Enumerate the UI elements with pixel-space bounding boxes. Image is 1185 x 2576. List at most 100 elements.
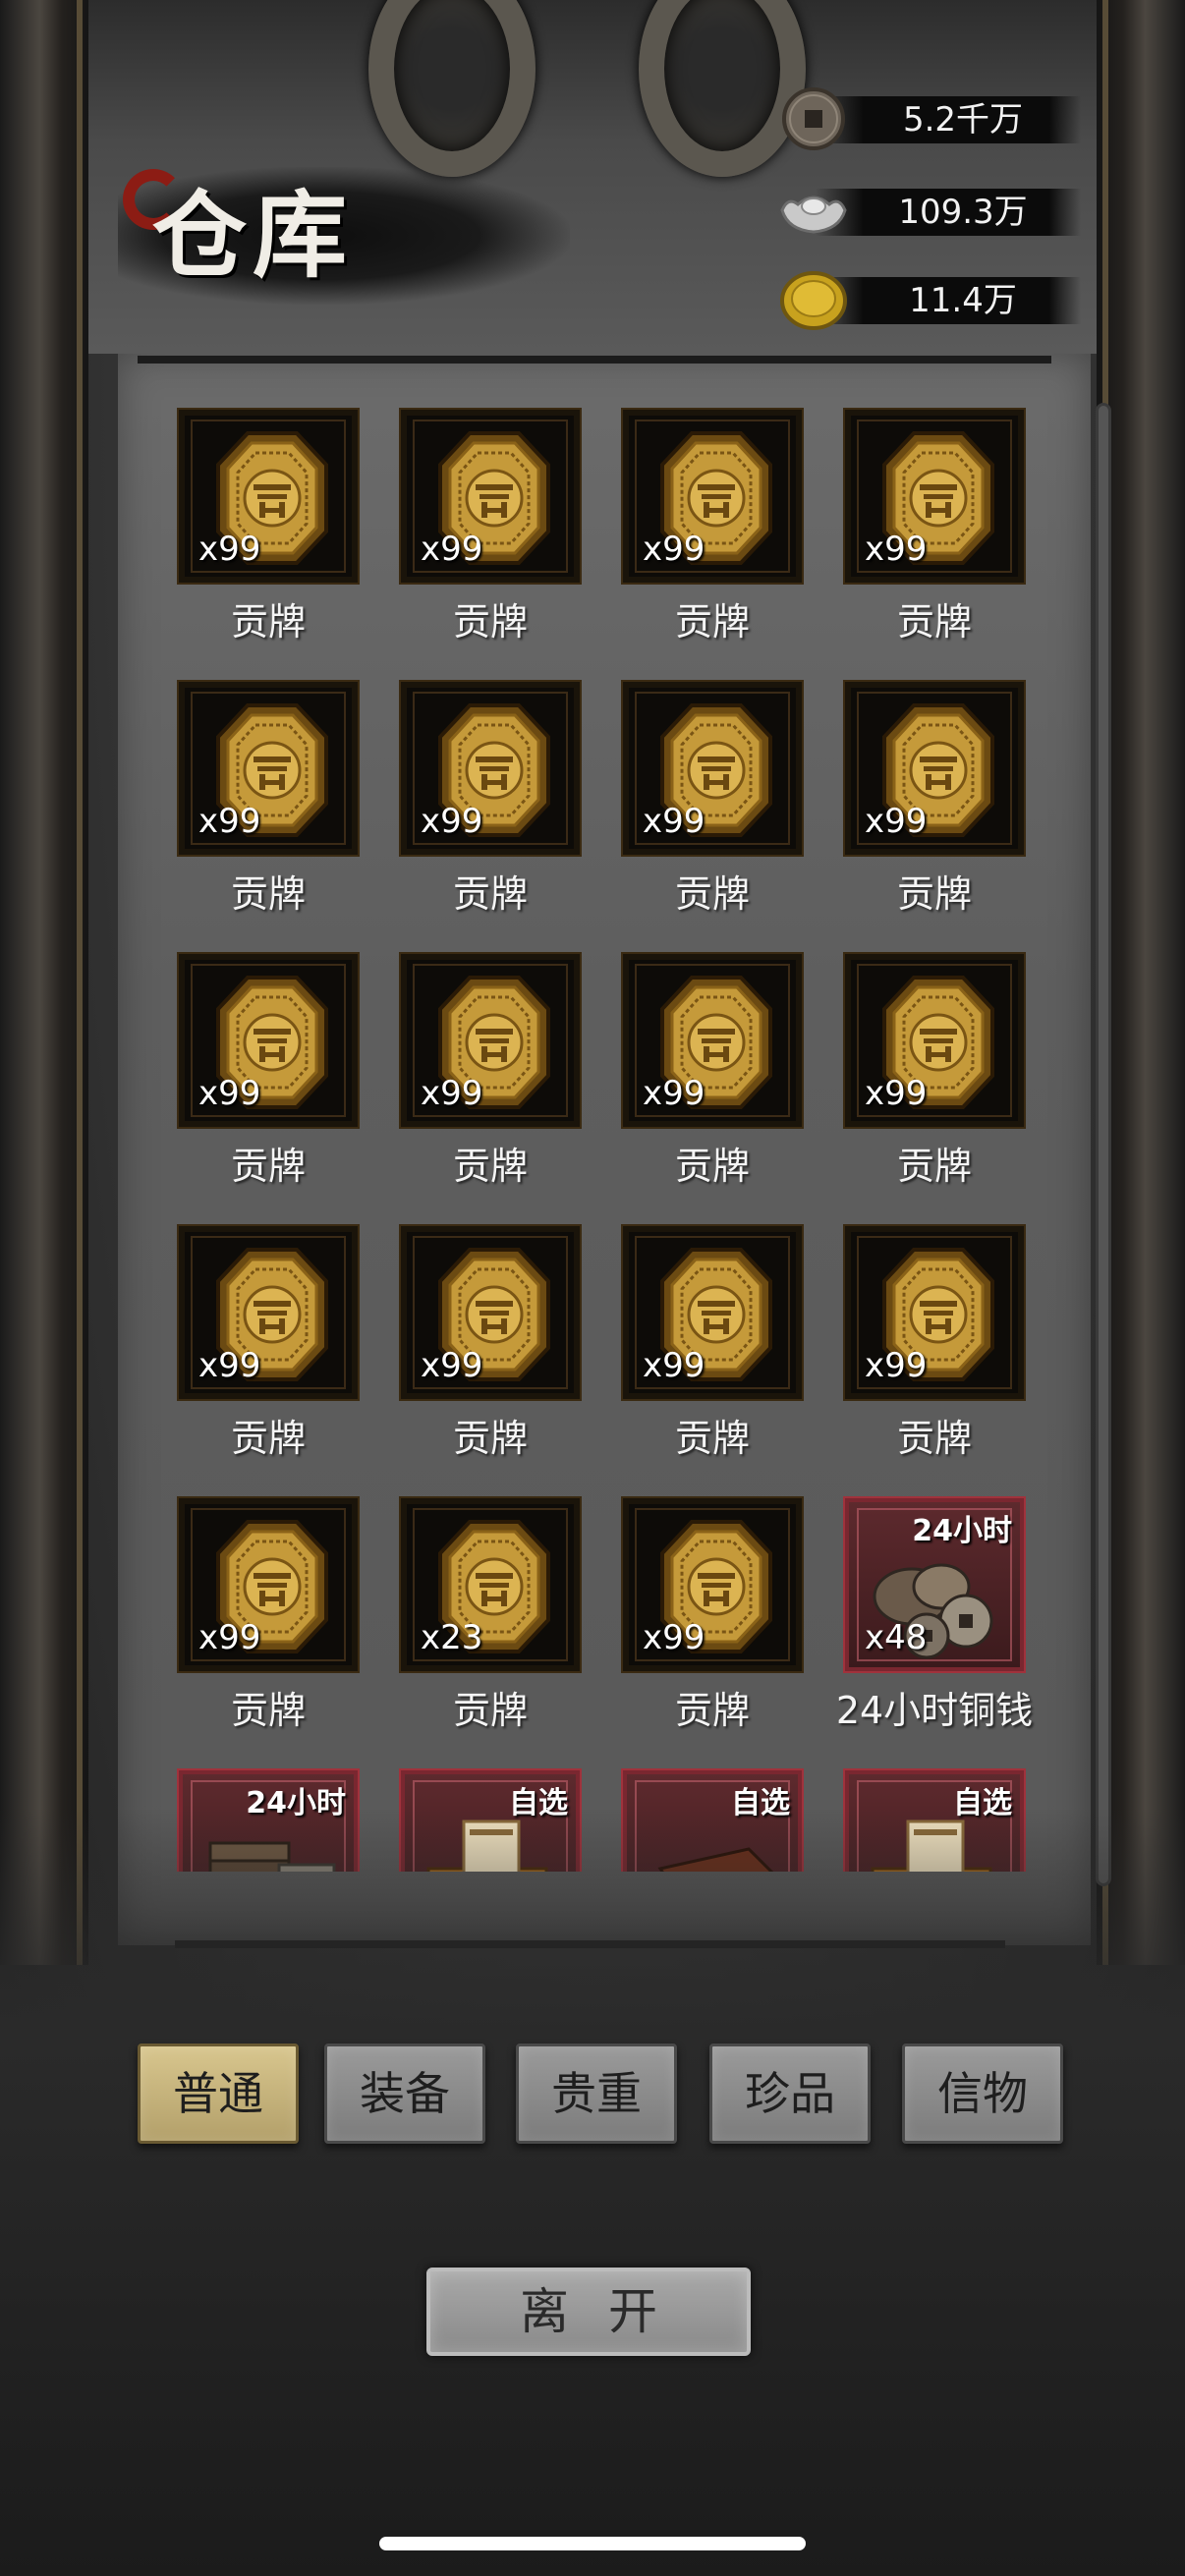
- item-quantity: x99: [643, 530, 705, 569]
- item-slot[interactable]: x99: [399, 680, 582, 857]
- bottom-mist: [0, 1808, 1185, 2576]
- item-name: 贡牌: [674, 1145, 750, 1188]
- item-quantity: x99: [643, 1618, 705, 1657]
- item-name: 贡牌: [452, 872, 528, 916]
- inventory-item[interactable]: x99 贡牌: [619, 952, 806, 1207]
- item-quantity: x99: [421, 1346, 483, 1385]
- leave-button[interactable]: 离开: [426, 2268, 751, 2356]
- item-name: 贡牌: [230, 872, 306, 916]
- item-quantity: x99: [421, 530, 483, 569]
- inventory-item[interactable]: x99 贡牌: [397, 680, 584, 935]
- item-slot[interactable]: x99: [843, 680, 1026, 857]
- item-quantity: x99: [198, 530, 261, 569]
- left-pillar: [0, 0, 88, 1965]
- item-quantity: x99: [643, 1346, 705, 1385]
- item-badge: 24小时: [912, 1514, 1012, 1548]
- inventory-item[interactable]: x99 贡牌: [619, 1224, 806, 1480]
- inventory-item[interactable]: x99 贡牌: [397, 952, 584, 1207]
- inventory-item[interactable]: x23 贡牌: [397, 1496, 584, 1752]
- item-quantity: x99: [643, 1074, 705, 1113]
- inventory-item[interactable]: x99 贡牌: [397, 408, 584, 663]
- item-quantity: x99: [198, 1618, 261, 1657]
- door-ring-icon: [368, 0, 536, 177]
- item-name: 贡牌: [230, 1689, 306, 1732]
- item-slot[interactable]: x99: [843, 408, 1026, 585]
- item-quantity: x99: [865, 1346, 928, 1385]
- item-name: 贡牌: [896, 1145, 972, 1188]
- inventory-item[interactable]: x99 贡牌: [841, 952, 1028, 1207]
- item-slot[interactable]: x99: [621, 680, 804, 857]
- item-grid[interactable]: x99 贡牌 x99 贡牌 x99 贡牌 x99 贡牌 x99 贡牌 x99 贡牌 x99 贡牌 x99 贡牌…: [172, 408, 1037, 1872]
- inventory-item[interactable]: x99 贡牌: [841, 680, 1028, 935]
- inventory-item[interactable]: x99 贡牌: [175, 1496, 362, 1752]
- item-quantity: x99: [198, 1346, 261, 1385]
- inventory-item[interactable]: x99 贡牌: [175, 408, 362, 663]
- currency-value: 11.4万: [909, 281, 1017, 320]
- item-name: 贡牌: [452, 600, 528, 644]
- inventory-item[interactable]: x99 贡牌: [175, 952, 362, 1207]
- item-slot[interactable]: x99: [177, 408, 360, 585]
- tab-valuables[interactable]: 贵重: [516, 2044, 677, 2144]
- tab-tokens[interactable]: 信物: [902, 2044, 1063, 2144]
- item-slot[interactable]: x99: [177, 1496, 360, 1673]
- item-slot[interactable]: x99: [399, 952, 582, 1129]
- item-quantity: x99: [198, 802, 261, 841]
- item-name: 贡牌: [896, 1417, 972, 1460]
- item-slot[interactable]: x99: [177, 1224, 360, 1401]
- item-quantity: x99: [865, 802, 928, 841]
- inventory-item[interactable]: 24小时 x48 24小时铜钱: [836, 1496, 1033, 1752]
- inventory-item[interactable]: x99 贡牌: [619, 408, 806, 663]
- page-title: 仓库: [152, 180, 353, 291]
- item-name: 贡牌: [230, 600, 306, 644]
- item-name: 贡牌: [674, 600, 750, 644]
- item-name: 贡牌: [674, 1417, 750, 1460]
- item-quantity: x23: [421, 1618, 483, 1657]
- item-quantity: x48: [865, 1618, 928, 1657]
- inventory-item[interactable]: x99 贡牌: [619, 1496, 806, 1752]
- item-name: 贡牌: [452, 1145, 528, 1188]
- item-slot[interactable]: x99: [177, 952, 360, 1129]
- inventory-item[interactable]: x99 贡牌: [397, 1224, 584, 1480]
- inventory-item[interactable]: x99 贡牌: [175, 1224, 362, 1480]
- item-quantity: x99: [421, 1074, 483, 1113]
- inventory-item[interactable]: x99 贡牌: [175, 680, 362, 935]
- silver-ingot-icon: [780, 196, 847, 234]
- title-divider: [138, 356, 1051, 364]
- item-quantity: x99: [865, 530, 928, 569]
- item-name: 贡牌: [674, 872, 750, 916]
- item-slot[interactable]: x99: [621, 1496, 804, 1673]
- warehouse-screen: 仓库 5.2千万 109.3万 11.4万 x99 贡牌 x99 贡牌 x99 贡牌 x99…: [0, 0, 1185, 2576]
- home-indicator[interactable]: [379, 2537, 806, 2550]
- item-slot[interactable]: 24小时 x48: [843, 1496, 1026, 1673]
- item-name: 贡牌: [896, 600, 972, 644]
- item-slot[interactable]: x99: [621, 1224, 804, 1401]
- item-name: 贡牌: [674, 1689, 750, 1732]
- currency-copper: 5.2千万: [776, 84, 1091, 153]
- inventory-item[interactable]: x99 贡牌: [619, 680, 806, 935]
- inventory-item[interactable]: x99 贡牌: [841, 1224, 1028, 1480]
- item-slot[interactable]: x99: [399, 1224, 582, 1401]
- currency-gold: 11.4万: [776, 265, 1091, 334]
- item-quantity: x99: [198, 1074, 261, 1113]
- tab-normal[interactable]: 普通: [138, 2044, 299, 2144]
- currency-silver: 109.3万: [776, 177, 1091, 246]
- inventory-item[interactable]: x99 贡牌: [841, 408, 1028, 663]
- item-slot[interactable]: x99: [621, 952, 804, 1129]
- item-slot[interactable]: x99: [843, 1224, 1026, 1401]
- item-quantity: x99: [643, 802, 705, 841]
- item-slot[interactable]: x99: [621, 408, 804, 585]
- item-quantity: x99: [865, 1074, 928, 1113]
- tab-treasures[interactable]: 珍品: [709, 2044, 871, 2144]
- gold-coin-icon: [780, 271, 847, 330]
- item-slot[interactable]: x99: [177, 680, 360, 857]
- item-name: 贡牌: [230, 1145, 306, 1188]
- scrollbar[interactable]: [1096, 403, 1111, 1886]
- item-slot[interactable]: x99: [843, 952, 1026, 1129]
- item-slot[interactable]: x23: [399, 1496, 582, 1673]
- item-name: 24小时铜钱: [835, 1689, 1034, 1732]
- item-slot[interactable]: x99: [399, 408, 582, 585]
- item-name: 贡牌: [896, 872, 972, 916]
- tab-equipment[interactable]: 装备: [324, 2044, 485, 2144]
- item-quantity: x99: [421, 802, 483, 841]
- item-name: 贡牌: [230, 1417, 306, 1460]
